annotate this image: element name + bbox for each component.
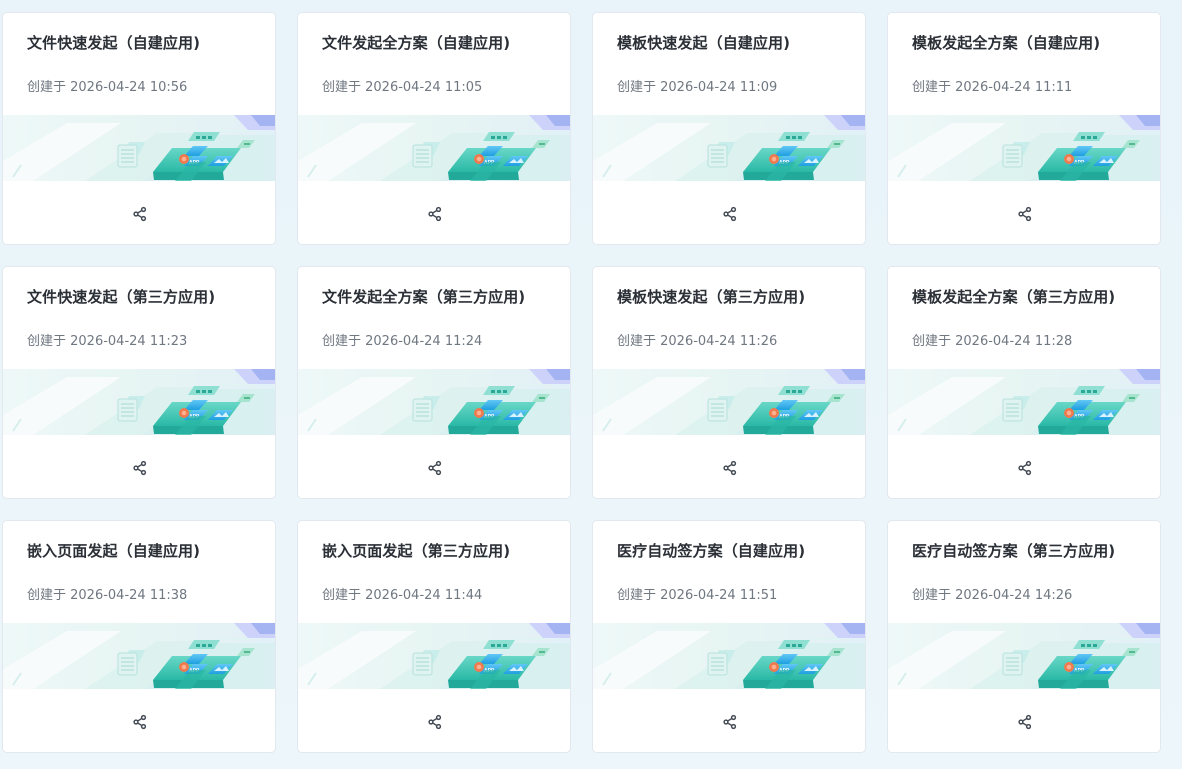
card-footer: [888, 689, 1160, 752]
card-title[interactable]: 嵌入页面发起（自建应用): [27, 539, 232, 563]
card-created-date: 创建于 2026-04-24 11:24: [322, 334, 483, 349]
card-footer: [593, 689, 865, 752]
card-footer: [3, 181, 275, 244]
card-created-date: 创建于 2026-04-24 11:11: [912, 80, 1073, 95]
card-created-date: 创建于 2026-04-24 11:26: [617, 334, 778, 349]
card-title[interactable]: 模板快速发起（第三方应用): [617, 285, 822, 309]
share-icon: [133, 206, 147, 221]
card-created-date: 创建于 2026-04-24 11:05: [322, 80, 483, 95]
card-banner-image: APP: [3, 623, 275, 689]
app-illustration-image: APP: [593, 115, 865, 181]
card-banner-image: APP: [3, 115, 275, 181]
app-card[interactable]: 文件快速发起（第三方应用) 创建于 2026-04-24 11:23: [2, 266, 276, 499]
share-icon: [723, 206, 737, 221]
card-footer: [3, 689, 275, 752]
card-footer: [593, 181, 865, 244]
app-illustration-image: APP: [298, 369, 570, 435]
app-card[interactable]: 医疗自动签方案（自建应用) 创建于 2026-04-24 11:51: [592, 520, 866, 753]
card-title[interactable]: 模板发起全方案（自建应用): [912, 31, 1117, 55]
card-footer: [3, 435, 275, 498]
card-title[interactable]: 文件发起全方案（自建应用): [322, 31, 527, 55]
card-title[interactable]: 嵌入页面发起（第三方应用): [322, 539, 527, 563]
card-created-date: 创建于 2026-04-24 11:38: [27, 588, 188, 603]
app-illustration-image: APP: [888, 369, 1160, 435]
card-title[interactable]: 模板快速发起（自建应用): [617, 31, 822, 55]
application-gallery: 文件快速发起（自建应用) 创建于 2026-04-24 10:56 文件发起全方…: [0, 0, 1182, 769]
share-button[interactable]: [421, 454, 449, 482]
share-icon: [1018, 714, 1032, 729]
card-banner-image: APP: [888, 115, 1160, 181]
card-banner-image: APP: [888, 623, 1160, 689]
share-icon: [428, 460, 442, 475]
app-illustration-image: APP: [298, 115, 570, 181]
share-button[interactable]: [421, 708, 449, 736]
share-button[interactable]: [1011, 200, 1039, 228]
card-title[interactable]: 模板发起全方案（第三方应用): [912, 285, 1117, 309]
share-icon: [133, 460, 147, 475]
share-icon: [428, 714, 442, 729]
app-card[interactable]: 嵌入页面发起（自建应用) 创建于 2026-04-24 11:38: [2, 520, 276, 753]
app-illustration-image: APP: [593, 369, 865, 435]
card-footer: [888, 181, 1160, 244]
app-card[interactable]: 文件发起全方案（自建应用) 创建于 2026-04-24 11:05: [297, 12, 571, 245]
card-footer: [298, 181, 570, 244]
share-button[interactable]: [716, 454, 744, 482]
share-icon: [133, 714, 147, 729]
app-card[interactable]: 模板快速发起（第三方应用) 创建于 2026-04-24 11:26: [592, 266, 866, 499]
card-title[interactable]: 文件发起全方案（第三方应用): [322, 285, 527, 309]
share-button[interactable]: [716, 708, 744, 736]
card-created-date: 创建于 2026-04-24 14:26: [912, 588, 1073, 603]
card-title[interactable]: 文件快速发起（第三方应用): [27, 285, 232, 309]
share-icon: [428, 206, 442, 221]
card-footer: [888, 435, 1160, 498]
card-created-date: 创建于 2026-04-24 11:23: [27, 334, 188, 349]
card-created-date: 创建于 2026-04-24 11:51: [617, 588, 778, 603]
card-created-date: 创建于 2026-04-24 11:44: [322, 588, 483, 603]
share-icon: [723, 460, 737, 475]
card-title[interactable]: 医疗自动签方案（第三方应用): [912, 539, 1117, 563]
card-banner-image: APP: [298, 369, 570, 435]
card-grid: 文件快速发起（自建应用) 创建于 2026-04-24 10:56 文件发起全方…: [2, 12, 1161, 753]
app-card[interactable]: 模板发起全方案（第三方应用) 创建于 2026-04-24 11:28: [887, 266, 1161, 499]
card-banner-image: APP: [3, 369, 275, 435]
card-created-date: 创建于 2026-04-24 11:28: [912, 334, 1073, 349]
card-banner-image: APP: [298, 115, 570, 181]
card-title[interactable]: 文件快速发起（自建应用): [27, 31, 232, 55]
app-card[interactable]: 模板快速发起（自建应用) 创建于 2026-04-24 11:09: [592, 12, 866, 245]
card-banner-image: APP: [593, 369, 865, 435]
app-illustration-image: APP: [3, 623, 275, 689]
share-button[interactable]: [1011, 708, 1039, 736]
app-illustration-image: APP: [3, 115, 275, 181]
app-illustration-image: APP: [888, 115, 1160, 181]
card-created-date: 创建于 2026-04-24 10:56: [27, 80, 188, 95]
share-button[interactable]: [126, 200, 154, 228]
share-icon: [1018, 206, 1032, 221]
app-illustration-image: APP: [888, 623, 1160, 689]
app-illustration-image: APP: [3, 369, 275, 435]
card-footer: [298, 435, 570, 498]
card-title[interactable]: 医疗自动签方案（自建应用): [617, 539, 822, 563]
share-button[interactable]: [126, 708, 154, 736]
app-card[interactable]: 文件快速发起（自建应用) 创建于 2026-04-24 10:56: [2, 12, 276, 245]
card-banner-image: APP: [298, 623, 570, 689]
card-footer: [593, 435, 865, 498]
app-card[interactable]: 文件发起全方案（第三方应用) 创建于 2026-04-24 11:24: [297, 266, 571, 499]
share-button[interactable]: [1011, 454, 1039, 482]
app-card[interactable]: 医疗自动签方案（第三方应用) 创建于 2026-04-24 14:26: [887, 520, 1161, 753]
app-card[interactable]: 嵌入页面发起（第三方应用) 创建于 2026-04-24 11:44: [297, 520, 571, 753]
card-banner-image: APP: [888, 369, 1160, 435]
app-illustration-image: APP: [593, 623, 865, 689]
share-button[interactable]: [716, 200, 744, 228]
app-card[interactable]: 模板发起全方案（自建应用) 创建于 2026-04-24 11:11: [887, 12, 1161, 245]
app-illustration-image: APP: [298, 623, 570, 689]
card-created-date: 创建于 2026-04-24 11:09: [617, 80, 778, 95]
card-footer: [298, 689, 570, 752]
card-banner-image: APP: [593, 623, 865, 689]
card-banner-image: APP: [593, 115, 865, 181]
share-button[interactable]: [126, 454, 154, 482]
share-icon: [1018, 460, 1032, 475]
share-icon: [723, 714, 737, 729]
share-button[interactable]: [421, 200, 449, 228]
